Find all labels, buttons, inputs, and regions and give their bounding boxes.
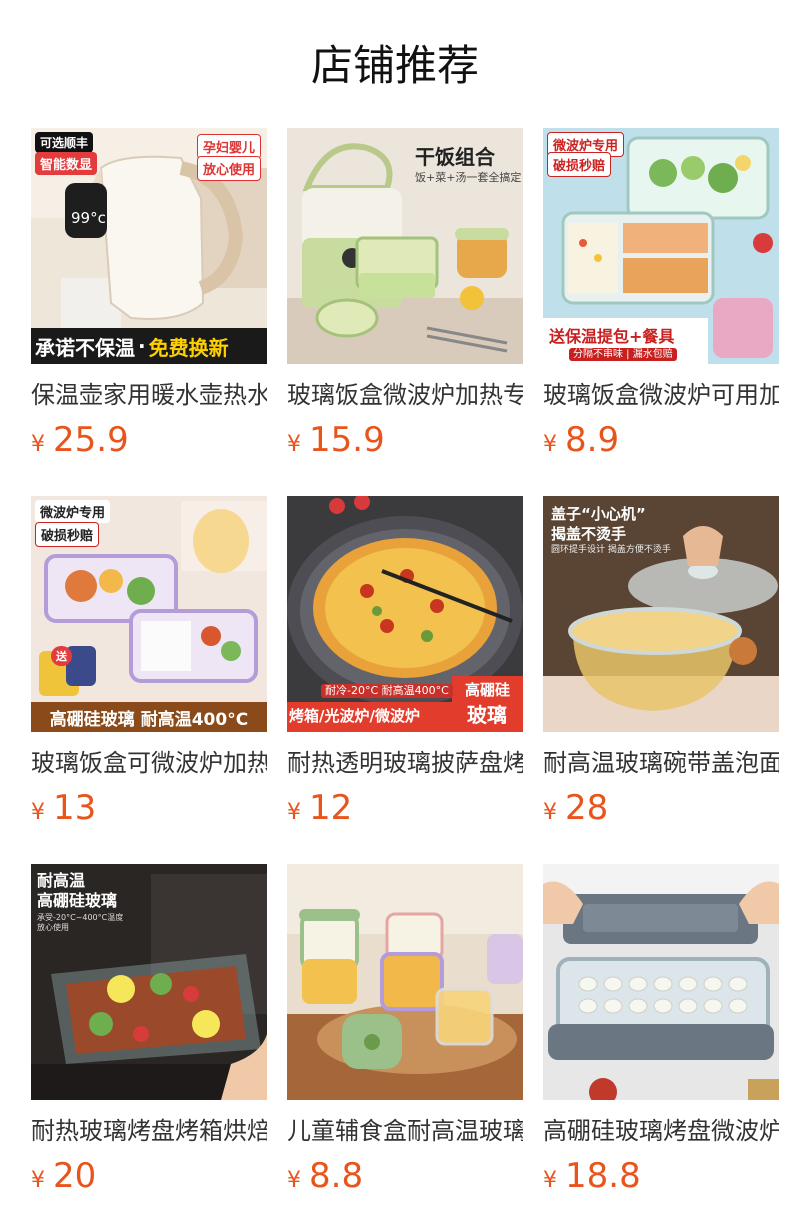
price-amount: 20 bbox=[53, 1156, 97, 1196]
product-name[interactable]: 玻璃饭盒微波炉加热专 bbox=[287, 378, 523, 412]
product-name[interactable]: 耐热透明玻璃披萨盘烤 bbox=[287, 746, 523, 780]
lid-headline-2: 揭盖不烫手 bbox=[551, 525, 627, 543]
product-card[interactable]: 高硼硅玻璃烤盘微波炉 ¥18.8 bbox=[543, 864, 779, 1232]
price-amount: 8.8 bbox=[309, 1156, 364, 1196]
product-price: ¥20 bbox=[31, 1154, 267, 1198]
lid-headline: 盖子“小心机” bbox=[551, 505, 646, 523]
product-card[interactable]: 干饭组合 饭+菜+汤一套全搞定 玻璃饭盒微波炉加热专 ¥15.9 bbox=[287, 128, 523, 496]
product-image[interactable]: 99°c 可选顺丰 智能数显 孕妇婴儿 放心使用 承诺不保温 · 免费换新 bbox=[31, 128, 267, 364]
price-amount: 28 bbox=[565, 788, 609, 828]
product-grid: 99°c 可选顺丰 智能数显 孕妇婴儿 放心使用 承诺不保温 · 免费换新 保温… bbox=[31, 128, 779, 1232]
smart-display-badge: 智能数显 bbox=[35, 152, 98, 175]
product-price: ¥18.8 bbox=[543, 1154, 779, 1198]
price-amount: 25.9 bbox=[53, 420, 129, 460]
gift-tag: 送 bbox=[51, 646, 72, 666]
price-amount: 15.9 bbox=[309, 420, 385, 460]
currency-symbol: ¥ bbox=[543, 1168, 557, 1193]
product-image[interactable]: 盖子“小心机” 揭盖不烫手 圆环提手设计 揭盖方便不烫手 bbox=[543, 496, 779, 732]
product-image[interactable]: 微波炉专用 破损秒赔 送 高硼硅玻璃 耐高温400°C bbox=[31, 496, 267, 732]
product-image[interactable]: 干饭组合 饭+菜+汤一套全搞定 bbox=[287, 128, 523, 364]
product-name[interactable]: 保温壶家用暖水壶热水 bbox=[31, 378, 267, 412]
promo-right: 免费换新 bbox=[148, 335, 229, 360]
price-amount: 12 bbox=[309, 788, 353, 828]
product-card[interactable]: 儿童辅食盒耐高温玻璃 ¥8.8 bbox=[287, 864, 523, 1232]
product-card[interactable]: 微波炉专用 破损秒赔 送 高硼硅玻璃 耐高温400°C 玻璃饭盒可微波炉加热 ¥… bbox=[31, 496, 267, 864]
section-title: 店铺推荐 bbox=[310, 41, 479, 90]
currency-symbol: ¥ bbox=[287, 800, 301, 825]
material-label-bottom: 玻璃 bbox=[467, 703, 507, 727]
product-image[interactable]: 耐冷-20°C 耐高温400°C 烤箱/光波炉/微波炉 高硼硅 玻璃 bbox=[287, 496, 523, 732]
subline-text: 饭+菜+汤一套全搞定 bbox=[415, 171, 522, 184]
product-name[interactable]: 耐高温玻璃碗带盖泡面 bbox=[543, 746, 779, 780]
lid-subline: 圆环提手设计 揭盖方便不烫手 bbox=[551, 545, 671, 555]
temperature-label: 耐冷-20°C 耐高温400°C bbox=[321, 684, 453, 699]
product-image[interactable]: 耐高温 高硼硅玻璃 承受-20°C~400°C温度 放心使用 bbox=[31, 864, 267, 1100]
product-price: ¥12 bbox=[287, 786, 523, 830]
heat-headline-2: 高硼硅玻璃 bbox=[37, 891, 118, 910]
product-price: ¥15.9 bbox=[287, 418, 523, 462]
gift-sub-banner: 分隔不串味 | 漏水包赔 bbox=[569, 348, 677, 361]
price-amount: 13 bbox=[53, 788, 97, 828]
appliance-banner: 烤箱/光波炉/微波炉 bbox=[289, 707, 420, 725]
price-amount: 18.8 bbox=[565, 1156, 641, 1196]
safe-use-badge: 放心使用 bbox=[196, 156, 261, 181]
gift-banner: 送保温提包+餐具 bbox=[549, 327, 675, 346]
product-price: ¥28 bbox=[543, 786, 779, 830]
headline-text: 干饭组合 bbox=[415, 145, 495, 169]
product-price: ¥8.8 bbox=[287, 1154, 523, 1198]
price-amount: 8.9 bbox=[565, 420, 620, 460]
currency-symbol: ¥ bbox=[543, 800, 557, 825]
product-card[interactable]: 耐高温 高硼硅玻璃 承受-20°C~400°C温度 放心使用 耐热玻璃烤盘烤箱烘… bbox=[31, 864, 267, 1232]
product-image[interactable]: 微波炉专用 破损秒赔 送保温提包+餐具 分隔不串味 | 漏水包赔 bbox=[543, 128, 779, 364]
temp-readout: 99°c bbox=[71, 209, 106, 227]
currency-symbol: ¥ bbox=[543, 432, 557, 457]
damage-compensation-tag: 破损秒赔 bbox=[35, 522, 100, 547]
damage-compensation-tag: 破损秒赔 bbox=[547, 152, 612, 177]
heat-subline: 承受-20°C~400°C温度 bbox=[37, 913, 124, 922]
currency-symbol: ¥ bbox=[31, 432, 45, 457]
currency-symbol: ¥ bbox=[31, 1168, 45, 1193]
shop-recommendation-page: 店铺推荐 99°c 可选顺丰 智能数显 孕妇婴儿 放心使用 承诺不保温 · 免费… bbox=[0, 0, 790, 1232]
material-label-top: 高硼硅 bbox=[465, 681, 511, 699]
product-card[interactable]: 耐冷-20°C 耐高温400°C 烤箱/光波炉/微波炉 高硼硅 玻璃 耐热透明玻… bbox=[287, 496, 523, 864]
shunfeng-badge: 可选顺丰 bbox=[35, 132, 94, 153]
product-card[interactable]: 99°c 可选顺丰 智能数显 孕妇婴儿 放心使用 承诺不保温 · 免费换新 保温… bbox=[31, 128, 267, 496]
product-name[interactable]: 儿童辅食盒耐高温玻璃 bbox=[287, 1114, 523, 1148]
product-card[interactable]: 盖子“小心机” 揭盖不烫手 圆环提手设计 揭盖方便不烫手 耐高温玻璃碗带盖泡面 … bbox=[543, 496, 779, 864]
product-image[interactable] bbox=[287, 864, 523, 1100]
baby-food-containers-illustration bbox=[287, 864, 523, 1100]
heat-headline: 耐高温 bbox=[37, 871, 86, 890]
promo-left: 承诺不保温 bbox=[35, 335, 135, 360]
product-name[interactable]: 玻璃饭盒可微波炉加热 bbox=[31, 746, 267, 780]
product-price: ¥25.9 bbox=[31, 418, 267, 462]
product-name[interactable]: 高硼硅玻璃烤盘微波炉 bbox=[543, 1114, 779, 1148]
product-card[interactable]: 微波炉专用 破损秒赔 送保温提包+餐具 分隔不串味 | 漏水包赔 玻璃饭盒微波炉… bbox=[543, 128, 779, 496]
product-price: ¥8.9 bbox=[543, 418, 779, 462]
feature-banner: 高硼硅玻璃 耐高温400°C bbox=[49, 709, 249, 730]
microwave-tag: 微波炉专用 bbox=[35, 500, 111, 523]
product-name[interactable]: 耐热玻璃烤盘烤箱烘焙 bbox=[31, 1114, 267, 1148]
currency-symbol: ¥ bbox=[287, 432, 301, 457]
product-name[interactable]: 玻璃饭盒微波炉可用加 bbox=[543, 378, 779, 412]
promo-banner: 承诺不保温 · 免费换新 bbox=[31, 328, 267, 364]
heat-subline-2: 放心使用 bbox=[37, 923, 69, 932]
currency-symbol: ¥ bbox=[287, 1168, 301, 1193]
product-image[interactable] bbox=[543, 864, 779, 1100]
product-price: ¥13 bbox=[31, 786, 267, 830]
currency-symbol: ¥ bbox=[31, 800, 45, 825]
glass-baking-tray-illustration bbox=[543, 864, 779, 1100]
